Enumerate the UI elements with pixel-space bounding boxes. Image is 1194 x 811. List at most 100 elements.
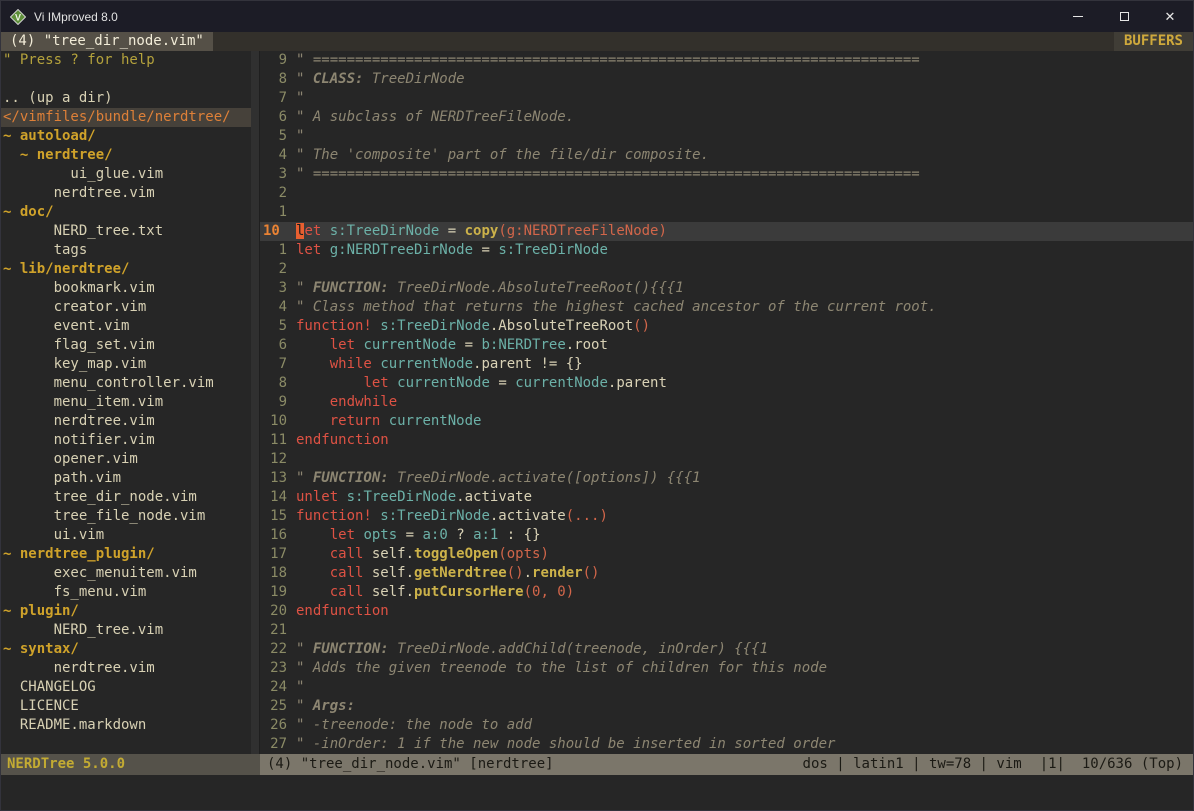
code-line[interactable]: [296, 621, 1193, 640]
editor-row[interactable]: 17 call self.toggleOpen(opts): [260, 545, 1193, 564]
code-line[interactable]: ": [296, 678, 1193, 697]
code-line[interactable]: let currentNode = currentNode.parent: [296, 374, 1193, 393]
code-line[interactable]: let opts = a:0 ? a:1 : {}: [296, 526, 1193, 545]
nerdtree-item[interactable]: nerdtree.vim: [1, 184, 251, 203]
nerdtree-item[interactable]: ~ nerdtree/: [1, 146, 251, 165]
editor-row[interactable]: 15function! s:TreeDirNode.activate(...): [260, 507, 1193, 526]
editor-row[interactable]: 7": [260, 89, 1193, 108]
buffers-label[interactable]: BUFFERS: [1114, 32, 1193, 51]
code-line[interactable]: endwhile: [296, 393, 1193, 412]
nerdtree-item[interactable]: ~ plugin/: [1, 602, 251, 621]
code-line[interactable]: call self.putCursorHere(0, 0): [296, 583, 1193, 602]
nerdtree-item[interactable]: NERD_tree.txt: [1, 222, 251, 241]
editor-row[interactable]: 27" -inOrder: 1 if the new node should b…: [260, 735, 1193, 754]
maximize-button[interactable]: [1101, 1, 1147, 32]
code-line[interactable]: endfunction: [296, 431, 1193, 450]
code-line[interactable]: let s:TreeDirNode = copy(g:NERDTreeFileN…: [296, 222, 1193, 241]
nerdtree-item[interactable]: tree_file_node.vim: [1, 507, 251, 526]
nerdtree-item[interactable]: flag_set.vim: [1, 336, 251, 355]
nerdtree-item[interactable]: path.vim: [1, 469, 251, 488]
code-line[interactable]: [296, 184, 1193, 203]
nerdtree-item[interactable]: exec_menuitem.vim: [1, 564, 251, 583]
window-separator[interactable]: [251, 51, 260, 754]
nerdtree-item[interactable]: key_map.vim: [1, 355, 251, 374]
editor-row[interactable]: 3" =====================================…: [260, 165, 1193, 184]
editor-row[interactable]: 22" FUNCTION: TreeDirNode.addChild(treen…: [260, 640, 1193, 659]
nerdtree-item[interactable]: tags: [1, 241, 251, 260]
close-button[interactable]: ✕: [1147, 1, 1193, 32]
nerdtree-item[interactable]: opener.vim: [1, 450, 251, 469]
editor-row[interactable]: 16 let opts = a:0 ? a:1 : {}: [260, 526, 1193, 545]
editor-row[interactable]: 12: [260, 450, 1193, 469]
code-line[interactable]: ": [296, 127, 1193, 146]
code-line[interactable]: return currentNode: [296, 412, 1193, 431]
editor-row[interactable]: 5": [260, 127, 1193, 146]
nerdtree-item[interactable]: creator.vim: [1, 298, 251, 317]
minimize-button[interactable]: [1055, 1, 1101, 32]
nerdtree-item[interactable]: README.markdown: [1, 716, 251, 735]
nerdtree-item[interactable]: ~ autoload/: [1, 127, 251, 146]
nerdtree-item[interactable]: CHANGELOG: [1, 678, 251, 697]
nerdtree-item[interactable]: ~ nerdtree_plugin/: [1, 545, 251, 564]
nerdtree-item[interactable]: NERD_tree.vim: [1, 621, 251, 640]
editor-row[interactable]: 23" Adds the given treenode to the list …: [260, 659, 1193, 678]
nerdtree-item[interactable]: LICENCE: [1, 697, 251, 716]
code-line[interactable]: " ======================================…: [296, 165, 1193, 184]
nerdtree-item[interactable]: .. (up a dir): [1, 89, 251, 108]
editor-row[interactable]: 4" The 'composite' part of the file/dir …: [260, 146, 1193, 165]
nerdtree-item[interactable]: ui_glue.vim: [1, 165, 251, 184]
editor-row[interactable]: 1: [260, 203, 1193, 222]
editor-row[interactable]: 5function! s:TreeDirNode.AbsoluteTreeRoo…: [260, 317, 1193, 336]
code-line[interactable]: " A subclass of NERDTreeFileNode.: [296, 108, 1193, 127]
editor-row[interactable]: 2: [260, 184, 1193, 203]
code-line[interactable]: while currentNode.parent != {}: [296, 355, 1193, 374]
code-line[interactable]: endfunction: [296, 602, 1193, 621]
code-line[interactable]: function! s:TreeDirNode.activate(...): [296, 507, 1193, 526]
editor-row[interactable]: 11endfunction: [260, 431, 1193, 450]
code-line[interactable]: unlet s:TreeDirNode.activate: [296, 488, 1193, 507]
editor-row[interactable]: 24": [260, 678, 1193, 697]
editor-row[interactable]: 9 endwhile: [260, 393, 1193, 412]
editor-row[interactable]: 10 return currentNode: [260, 412, 1193, 431]
editor-row[interactable]: 8" CLASS: TreeDirNode: [260, 70, 1193, 89]
code-line[interactable]: [296, 260, 1193, 279]
editor-row[interactable]: 4" Class method that returns the highest…: [260, 298, 1193, 317]
nerdtree-item[interactable]: nerdtree.vim: [1, 659, 251, 678]
editor-row[interactable]: 14unlet s:TreeDirNode.activate: [260, 488, 1193, 507]
code-line[interactable]: " Class method that returns the highest …: [296, 298, 1193, 317]
nerdtree-item[interactable]: tree_dir_node.vim: [1, 488, 251, 507]
editor-row[interactable]: 10let s:TreeDirNode = copy(g:NERDTreeFil…: [260, 222, 1193, 241]
tab-tree-dir-node[interactable]: (4) "tree_dir_node.vim": [1, 32, 213, 51]
nerdtree-item[interactable]: notifier.vim: [1, 431, 251, 450]
editor-row[interactable]: 20endfunction: [260, 602, 1193, 621]
editor-row[interactable]: 13" FUNCTION: TreeDirNode.activate([opti…: [260, 469, 1193, 488]
nerdtree-item[interactable]: nerdtree.vim: [1, 412, 251, 431]
nerdtree-item[interactable]: menu_item.vim: [1, 393, 251, 412]
nerdtree-item[interactable]: event.vim: [1, 317, 251, 336]
code-line[interactable]: function! s:TreeDirNode.AbsoluteTreeRoot…: [296, 317, 1193, 336]
code-line[interactable]: [296, 450, 1193, 469]
code-line[interactable]: " -inOrder: 1 if the new node should be …: [296, 735, 1193, 754]
code-line[interactable]: " FUNCTION: TreeDirNode.addChild(treenod…: [296, 640, 1193, 659]
editor-row[interactable]: 26" -treenode: the node to add: [260, 716, 1193, 735]
code-line[interactable]: " The 'composite' part of the file/dir c…: [296, 146, 1193, 165]
code-line[interactable]: [296, 203, 1193, 222]
code-line[interactable]: " FUNCTION: TreeDirNode.AbsoluteTreeRoot…: [296, 279, 1193, 298]
editor-row[interactable]: 3" FUNCTION: TreeDirNode.AbsoluteTreeRoo…: [260, 279, 1193, 298]
editor-row[interactable]: 7 while currentNode.parent != {}: [260, 355, 1193, 374]
editor-row[interactable]: 8 let currentNode = currentNode.parent: [260, 374, 1193, 393]
code-line[interactable]: " Adds the given treenode to the list of…: [296, 659, 1193, 678]
code-line[interactable]: " CLASS: TreeDirNode: [296, 70, 1193, 89]
nerdtree-item[interactable]: fs_menu.vim: [1, 583, 251, 602]
code-line[interactable]: ": [296, 89, 1193, 108]
code-line[interactable]: let g:NERDTreeDirNode = s:TreeDirNode: [296, 241, 1193, 260]
editor-row[interactable]: 9" =====================================…: [260, 51, 1193, 70]
editor-row[interactable]: 6 let currentNode = b:NERDTree.root: [260, 336, 1193, 355]
editor-row[interactable]: 18 call self.getNerdtree().render(): [260, 564, 1193, 583]
code-line[interactable]: " Args:: [296, 697, 1193, 716]
nerdtree-item[interactable]: menu_controller.vim: [1, 374, 251, 393]
code-line[interactable]: " FUNCTION: TreeDirNode.activate([option…: [296, 469, 1193, 488]
nerdtree-item[interactable]: ~ doc/: [1, 203, 251, 222]
code-line[interactable]: let currentNode = b:NERDTree.root: [296, 336, 1193, 355]
editor-row[interactable]: 19 call self.putCursorHere(0, 0): [260, 583, 1193, 602]
